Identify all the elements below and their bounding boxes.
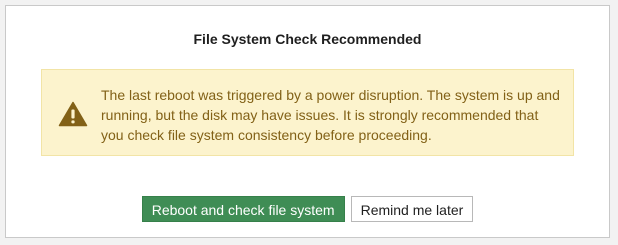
dialog-actions: Reboot and check file system Remind me l… [6,196,609,222]
warning-triangle-icon [58,101,88,127]
file-system-check-dialog: File System Check Recommended The last r… [5,5,610,238]
reboot-and-check-button[interactable]: Reboot and check file system [141,196,345,222]
remind-me-later-button[interactable]: Remind me later [350,196,474,222]
dialog-title: File System Check Recommended [193,31,422,47]
warning-message: The last reboot was triggered by a power… [101,87,560,143]
warning-alert: The last reboot was triggered by a power… [41,69,574,156]
